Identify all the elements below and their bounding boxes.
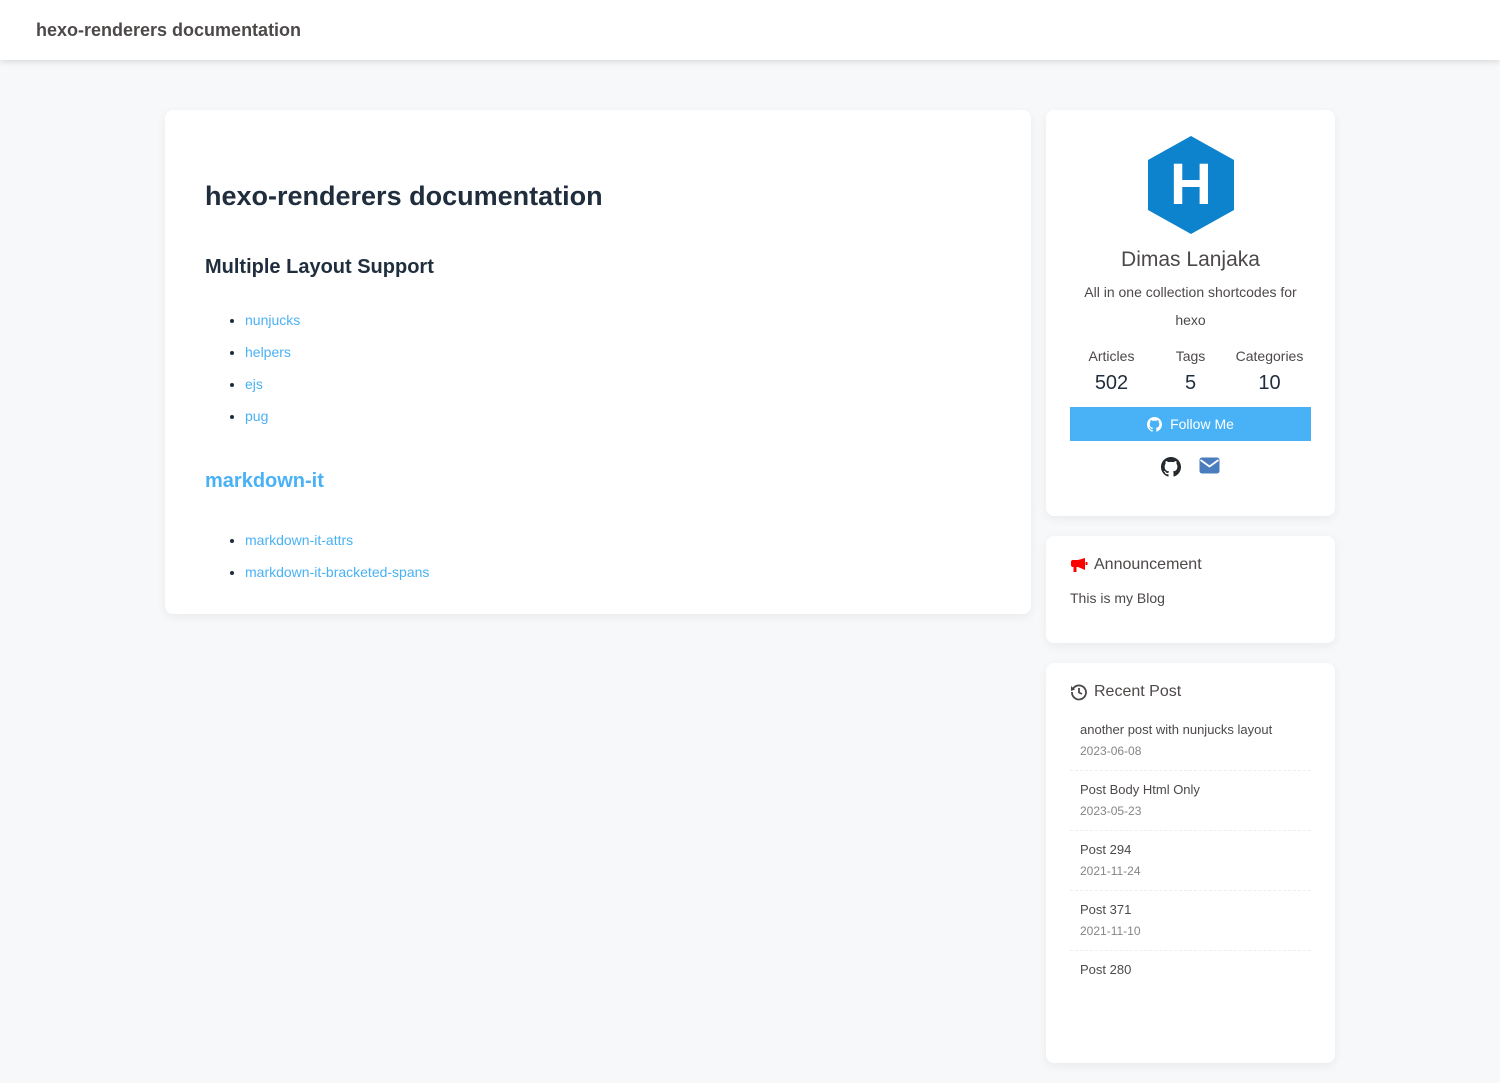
- markdown-it-list: markdown-it-attrs markdown-it-bracketed-…: [245, 524, 991, 588]
- recent-post-link[interactable]: Post 294: [1080, 839, 1301, 861]
- github-icon[interactable]: [1161, 457, 1181, 477]
- recent-posts-list: another post with nunjucks layout 2023-0…: [1070, 711, 1311, 992]
- stat-categories[interactable]: Categories 10: [1230, 348, 1309, 395]
- author-card: H Dimas Lanjaka All in one collection sh…: [1046, 110, 1335, 516]
- recent-post-date: 2023-06-08: [1080, 744, 1142, 758]
- stat-value: 502: [1094, 372, 1129, 394]
- stat-value: 10: [1258, 372, 1281, 394]
- recent-posts-header: Recent Post: [1070, 683, 1311, 701]
- list-item: another post with nunjucks layout 2023-0…: [1070, 711, 1311, 771]
- author-name: Dimas Lanjaka: [1121, 248, 1260, 271]
- announcement-title: Announcement: [1094, 556, 1202, 573]
- recent-post-date: 2021-11-24: [1080, 864, 1141, 878]
- logo-letter: H: [1170, 152, 1212, 217]
- stat-tags[interactable]: Tags 5: [1151, 348, 1230, 395]
- list-item: ejs: [245, 368, 991, 400]
- hexo-logo-icon: H: [1147, 136, 1234, 234]
- follow-me-button[interactable]: Follow Me: [1070, 407, 1311, 441]
- article-card: hexo-renderers documentation Multiple La…: [165, 110, 1031, 614]
- envelope-icon[interactable]: [1199, 457, 1220, 477]
- list-item: helpers: [245, 336, 991, 368]
- list-item: pug: [245, 400, 991, 432]
- list-item: Post 371 2021-11-10: [1070, 891, 1311, 951]
- link-markdown-it-attrs[interactable]: markdown-it-attrs: [245, 532, 353, 548]
- recent-post-date: 2021-11-10: [1080, 924, 1141, 938]
- list-item: markdown-it-bracketed-spans: [245, 556, 991, 588]
- list-item: Post Body Html Only 2023-05-23: [1070, 771, 1311, 831]
- recent-post-link[interactable]: another post with nunjucks layout: [1080, 719, 1301, 741]
- announcement-text: This is my Blog: [1070, 590, 1165, 606]
- link-nunjucks[interactable]: nunjucks: [245, 312, 300, 328]
- stat-value: 5: [1184, 372, 1197, 394]
- stat-label: Articles: [1088, 348, 1135, 364]
- site-stats: Articles 502 Tags 5 Categories 10: [1070, 348, 1311, 395]
- link-helpers[interactable]: helpers: [245, 344, 291, 360]
- recent-post-link[interactable]: Post 371: [1080, 899, 1301, 921]
- recent-posts-title: Recent Post: [1094, 683, 1182, 700]
- stat-label: Categories: [1235, 348, 1304, 364]
- site-title-link[interactable]: hexo-renderers documentation: [36, 20, 301, 41]
- stat-label: Tags: [1175, 348, 1206, 364]
- announcement-header: Announcement: [1070, 556, 1311, 574]
- announcement-card: Announcement This is my Blog: [1046, 536, 1335, 643]
- github-icon: [1147, 416, 1163, 432]
- link-markdown-it-bracketed-spans[interactable]: markdown-it-bracketed-spans: [245, 564, 429, 580]
- recent-post-link[interactable]: Post Body Html Only: [1080, 779, 1301, 801]
- list-item: nunjucks: [245, 304, 991, 336]
- recent-post-date: 2023-05-23: [1080, 804, 1142, 818]
- sidebar: H Dimas Lanjaka All in one collection sh…: [1046, 110, 1335, 1083]
- page-title: hexo-renderers documentation: [205, 181, 603, 211]
- bullhorn-icon: [1071, 558, 1088, 572]
- list-item: Post 294 2021-11-24: [1070, 831, 1311, 891]
- link-ejs[interactable]: ejs: [245, 376, 263, 392]
- recent-post-link[interactable]: Post 280: [1080, 959, 1301, 981]
- social-links: [1070, 457, 1311, 477]
- list-item: Post 280: [1070, 951, 1311, 992]
- section-heading-layout: Multiple Layout Support: [205, 256, 434, 278]
- section-heading-markdown-it[interactable]: markdown-it: [205, 468, 991, 494]
- author-description: All in one collection shortcodes for hex…: [1084, 284, 1297, 328]
- follow-me-label: Follow Me: [1170, 416, 1234, 432]
- link-pug[interactable]: pug: [245, 408, 268, 424]
- stat-articles[interactable]: Articles 502: [1072, 348, 1151, 395]
- history-icon: [1071, 684, 1087, 701]
- top-navbar: hexo-renderers documentation: [0, 0, 1500, 60]
- layout-list: nunjucks helpers ejs pug: [245, 304, 991, 432]
- recent-posts-card: Recent Post another post with nunjucks l…: [1046, 663, 1335, 1063]
- list-item: markdown-it-attrs: [245, 524, 991, 556]
